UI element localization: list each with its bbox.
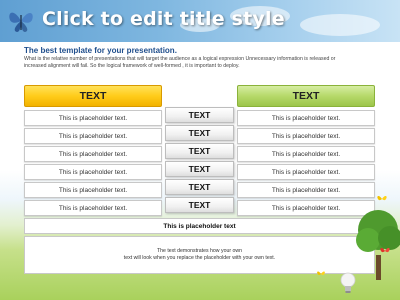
middle-tab[interactable]: TEXT — [165, 197, 234, 213]
subtitle: The best template for your presentation. — [24, 46, 177, 55]
middle-tab[interactable]: TEXT — [165, 179, 234, 195]
right-cell[interactable]: This is placeholder text. — [237, 164, 375, 180]
butterfly-icon — [317, 271, 325, 275]
lightbulb-icon — [340, 272, 356, 293]
description: What is the relative number of presentat… — [24, 56, 374, 70]
right-cell[interactable]: This is placeholder text. — [237, 128, 375, 144]
left-cell[interactable]: This is placeholder text. — [24, 146, 162, 162]
cloud-decoration — [300, 14, 380, 36]
butterfly-icon — [377, 195, 387, 201]
note-line: The text demonstrates how your own — [156, 248, 243, 254]
left-cell[interactable]: This is placeholder text. — [24, 164, 162, 180]
left-cell[interactable]: This is placeholder text. — [24, 110, 162, 126]
note-line: text will look when you replace the plac… — [123, 255, 276, 261]
butterfly-icon — [380, 247, 390, 253]
left-cell[interactable]: This is placeholder text. — [24, 200, 162, 216]
middle-tab[interactable]: TEXT — [165, 107, 234, 123]
right-cell[interactable]: This is placeholder text. — [237, 200, 375, 216]
left-cell[interactable]: This is placeholder text. — [24, 128, 162, 144]
right-cell[interactable]: This is placeholder text. — [237, 110, 375, 126]
middle-tab[interactable]: TEXT — [165, 143, 234, 159]
left-cell[interactable]: This is placeholder text. — [24, 182, 162, 198]
description-line: increased alignment will fail. So the lo… — [24, 63, 240, 69]
tree-illustration — [356, 210, 400, 280]
page-title[interactable]: Click to edit title style — [42, 8, 285, 30]
left-column-header[interactable]: TEXT — [24, 85, 162, 107]
middle-tab[interactable]: TEXT — [165, 125, 234, 141]
butterfly-icon — [9, 12, 33, 32]
right-cell[interactable]: This is placeholder text. — [237, 182, 375, 198]
note-title[interactable]: This is placeholder text — [24, 218, 375, 234]
description-line: What is the relative number of presentat… — [24, 56, 336, 62]
right-column-header[interactable]: TEXT — [237, 85, 375, 107]
middle-tab[interactable]: TEXT — [165, 161, 234, 177]
right-cell[interactable]: This is placeholder text. — [237, 146, 375, 162]
